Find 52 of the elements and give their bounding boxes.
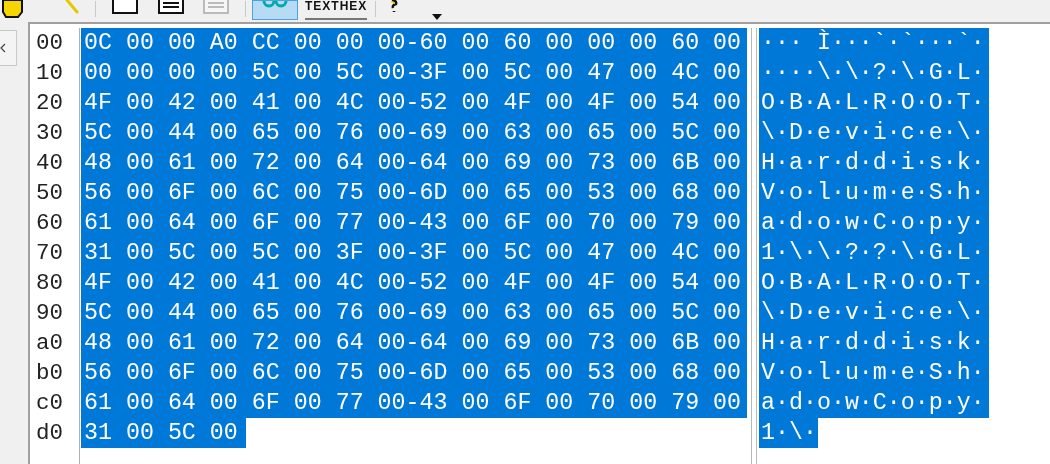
hex-bytes[interactable]: 4F 00 42 00 41 00 4C 00-52 00 4F 00 4F 00 54 00 [81, 268, 747, 298]
document-icon [158, 0, 184, 14]
ascii-text[interactable]: a·d·o·w·C·o·p·y· [759, 388, 989, 418]
address-label: 70 [36, 239, 63, 268]
wand-icon [65, 0, 79, 14]
ascii-text[interactable]: ··· Ì···`·`···`· [759, 28, 989, 58]
ascii-text[interactable]: \·D·e·v·i·c·e·\· [759, 118, 989, 148]
address-label: d0 [36, 419, 63, 448]
hex-bytes[interactable]: 48 00 61 00 72 00 64 00-64 00 69 00 73 00 6B 00 [81, 148, 747, 178]
hex-bytes[interactable]: 56 00 6F 00 6C 00 75 00-6D 00 65 00 53 00 68 00 [81, 358, 747, 388]
hex-bytes[interactable]: 0C 00 00 A0 CC 00 00 00-60 00 60 00 00 00 60 00 [81, 28, 747, 58]
hex-bytes[interactable]: 31 00 5C 00 5C 00 3F 00-3F 00 5C 00 47 00 4C 00 [81, 238, 747, 268]
chevron-left-icon [0, 43, 6, 53]
ascii-text[interactable]: 1·\·\·?·?·\·G·L· [759, 238, 989, 268]
address-label: 90 [36, 299, 63, 328]
hex-bytes[interactable]: 5C 00 44 00 65 00 76 00-69 00 63 00 65 00 5C 00 [81, 298, 747, 328]
ascii-text[interactable]: 1·\· [759, 418, 818, 448]
address-label: c0 [36, 389, 63, 418]
glasses-icon [262, 1, 288, 9]
hex-bytes[interactable]: 56 00 6F 00 6C 00 75 00-6D 00 65 00 53 00 68 00 [81, 178, 747, 208]
ascii-text[interactable]: O·B·A·L·R·O·O·T· [759, 88, 989, 118]
hex-bytes[interactable]: 61 00 64 00 6F 00 77 00-43 00 6F 00 70 00 79 00 [81, 388, 747, 418]
hex-bytes[interactable]: 4F 00 42 00 41 00 4C 00-52 00 4F 00 4F 00 54 00 [81, 88, 747, 118]
ascii-text[interactable]: ····\·\·?·\·G·L· [759, 58, 989, 88]
address-label: 30 [36, 119, 63, 148]
address-label: b0 [36, 359, 63, 388]
ascii-text[interactable]: V·o·l·u·m·e·S·h· [759, 358, 989, 388]
address-label: 60 [36, 209, 63, 238]
ascii-text[interactable]: H·a·r·d·d·i·s·k· [759, 328, 989, 358]
address-label: a0 [36, 329, 63, 358]
ascii-text[interactable]: H·a·r·d·d·i·s·k· [759, 148, 989, 178]
box-button[interactable] [0, 0, 26, 20]
ascii-text[interactable]: V·o·l·u·m·e·S·h· [759, 178, 989, 208]
box-icon [0, 0, 26, 18]
caret-icon [431, 14, 442, 20]
ascii-text[interactable]: O·B·A·L·R·O·O·T· [759, 268, 989, 298]
hex-bytes[interactable]: 00 00 00 00 5C 00 5C 00-3F 00 5C 00 47 00 4C 00 [81, 58, 747, 88]
address-label: 40 [36, 149, 63, 178]
hex-bytes[interactable]: 31 00 5C 00 [81, 418, 246, 448]
page-icon [112, 0, 138, 14]
hex-bytes[interactable]: 5C 00 44 00 65 00 76 00-69 00 63 00 65 00 5C 00 [81, 118, 747, 148]
hex-bytes[interactable]: 48 00 61 00 72 00 64 00-64 00 69 00 73 00 6B 00 [81, 328, 747, 358]
address-label: 20 [36, 89, 63, 118]
hex-bytes[interactable]: 61 00 64 00 6F 00 77 00-43 00 6F 00 70 00 79 00 [81, 208, 747, 238]
ascii-text[interactable]: a·d·o·w·C·o·p·y· [759, 208, 989, 238]
address-label: 00 [36, 29, 63, 58]
mode-button[interactable]: TEXT [305, 0, 340, 20]
ascii-text[interactable]: \·D·e·v·i·c·e·\· [759, 298, 989, 328]
address-label: 50 [36, 179, 63, 208]
address-label: 80 [36, 269, 63, 298]
mode-button[interactable]: HEX [339, 0, 368, 20]
address-label: 10 [36, 59, 63, 88]
